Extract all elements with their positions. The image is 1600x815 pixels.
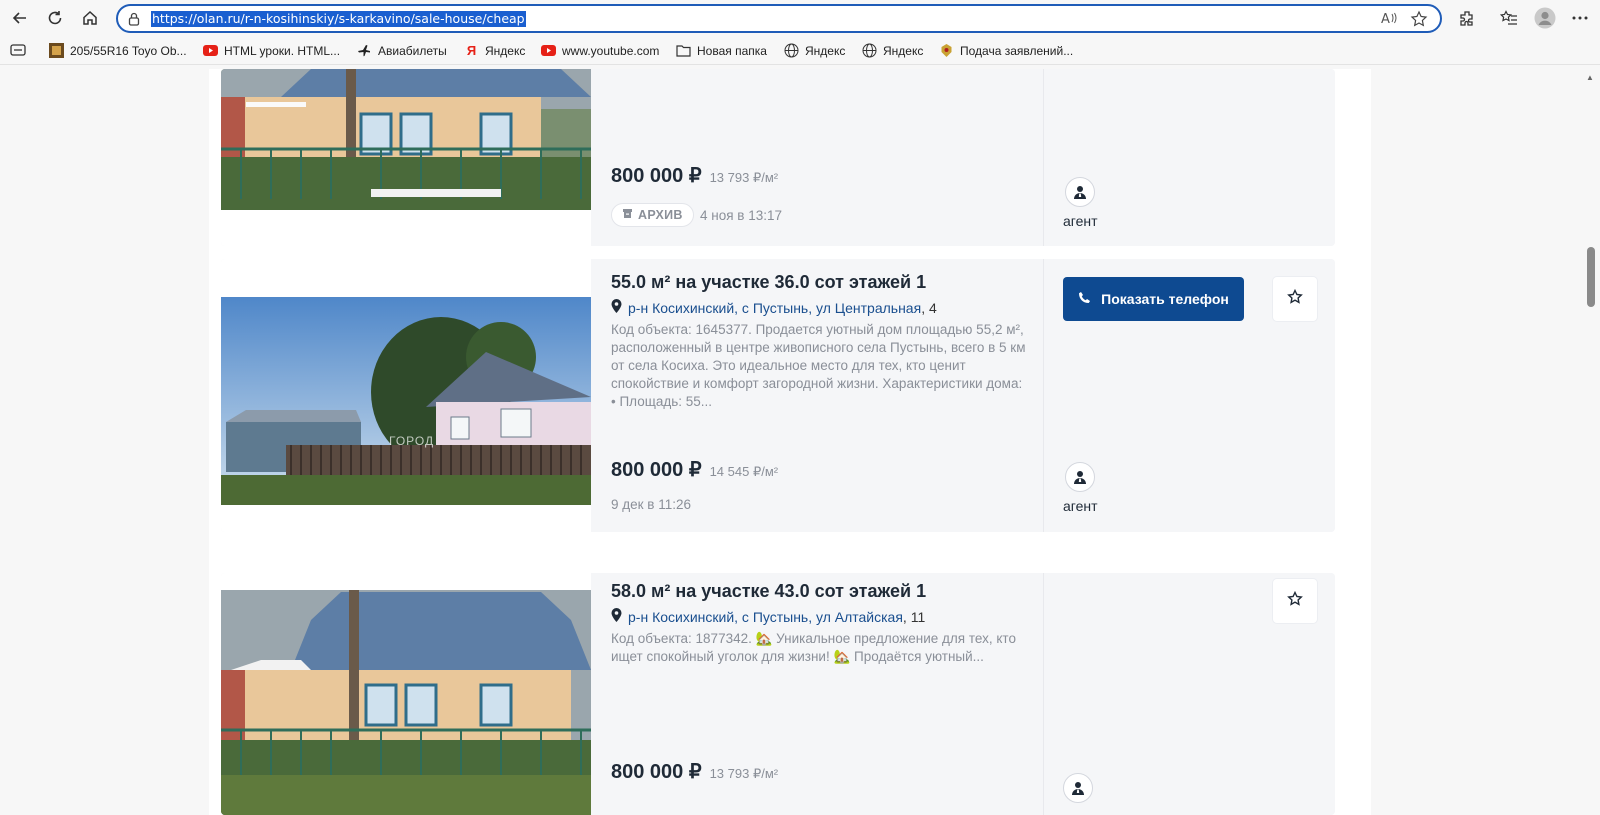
profile-avatar-icon[interactable] [1532,5,1558,31]
price-per-m2: 13 793 ₽/м² [709,766,779,781]
listing-photo-frame [221,69,591,246]
phone-icon [1078,291,1091,307]
tire-icon [49,43,64,58]
listing-photo[interactable]: ГОРОД [221,297,591,505]
bookmark-item[interactable]: Подача заявлений... [939,43,1073,58]
bookmark-item[interactable]: www.youtube.com [541,43,659,58]
agent-block[interactable]: агент [1063,462,1098,514]
bookmark-item[interactable]: HTML уроки. HTML... [203,43,340,58]
listing-address: р-н Косихинский, с Пустынь, ул Алтайская… [611,608,925,625]
listing-date: 9 дек в 11:26 [611,497,692,512]
address-link[interactable]: р-н Косихинский, с Пустынь, ул Центральн… [628,300,921,316]
browser-toolbar: https://olan.ru/r-n-kosihinskiy/s-karkav… [0,0,1600,36]
listing-card[interactable]: 800 000 ₽ 13 793 ₽/м² АРХИВ 4 ноя в 13:1… [221,69,1335,246]
bookmarks-panel-icon[interactable] [10,43,26,57]
plane-icon [357,43,372,58]
price-block: 800 000 ₽ 13 793 ₽/м² [611,759,778,784]
listing-card[interactable]: ГОРОД 55.0 м² на участке 36.0 сот этажей… [221,259,1335,532]
map-pin-icon [611,299,622,316]
favorite-star-icon[interactable] [1410,10,1428,33]
listing-date: 4 ноя в 13:17 [700,208,782,223]
url-text[interactable]: https://olan.ru/r-n-kosihinskiy/s-karkav… [151,11,526,27]
price-per-m2: 13 793 ₽/м² [709,170,779,185]
show-phone-button[interactable]: Показать телефон [1063,277,1244,321]
star-icon [1287,288,1303,310]
yandex-icon: Я [466,43,477,58]
favorite-button[interactable] [1273,277,1317,321]
price-block: 800 000 ₽ 13 793 ₽/м² [611,163,778,188]
price-block: 800 000 ₽ 14 545 ₽/м² [611,457,778,482]
back-arrow-icon[interactable] [8,6,32,30]
globe-icon [862,43,877,58]
listing-description: Код объекта: 1645377. Продается уютный д… [611,322,1026,409]
lock-icon [128,12,140,31]
bookmark-item[interactable]: Я Яндекс [464,43,526,58]
agent-block[interactable]: агент [1063,177,1098,229]
svg-text:A: A [1381,12,1390,26]
archive-badge: АРХИВ [611,203,694,227]
price-per-m2: 14 545 ₽/м² [709,464,779,479]
agent-avatar-icon [1065,177,1096,207]
bookmarks-bar: 205/55R16 Toyo Ob... HTML уроки. HTML...… [0,37,1600,65]
extensions-icon[interactable] [1455,6,1479,30]
map-pin-icon [611,608,622,625]
archive-box-icon [622,208,633,222]
address-link[interactable]: р-н Косихинский, с Пустынь, ул Алтайская [628,609,903,625]
read-aloud-icon[interactable]: A [1380,10,1398,31]
agent-avatar-icon [1065,462,1096,492]
more-menu-icon[interactable] [1568,6,1592,30]
listing-title[interactable]: 55.0 м² на участке 36.0 сот этажей 1 [611,272,926,293]
address-house-number: , 11 [902,608,926,625]
youtube-icon [203,43,218,58]
home-icon[interactable] [78,6,102,30]
address-bar[interactable]: https://olan.ru/r-n-kosihinskiy/s-karkav… [116,4,1442,33]
listing-photo-frame [221,573,591,815]
listing-title[interactable]: 58.0 м² на участке 43.0 сот этажей 1 [611,581,926,602]
address-house-number: , 4 [921,299,937,316]
reload-icon[interactable] [43,6,67,30]
listing-description: Код объекта: 1877342. 🏡 Уникальное предл… [611,631,1016,664]
bookmark-item[interactable]: Яндекс [862,43,923,58]
agent-avatar-icon [1063,773,1093,803]
listing-photo[interactable] [221,590,591,815]
star-icon [1287,590,1303,612]
scroll-up-arrow-icon[interactable]: ▲ [1586,73,1594,82]
agent-block[interactable] [1063,773,1093,803]
scrollbar-thumb[interactable] [1587,247,1595,307]
bookmark-item[interactable]: 205/55R16 Toyo Ob... [49,43,187,58]
favorite-button[interactable] [1273,579,1317,623]
svg-text:ГОРОД: ГОРОД [389,434,434,448]
bookmark-item[interactable]: Новая папка [676,43,767,58]
emblem-icon [939,43,954,58]
price: 800 000 ₽ [611,459,702,481]
listing-photo[interactable] [221,69,591,210]
folder-icon [676,43,691,58]
listing-card[interactable]: 58.0 м² на участке 43.0 сот этажей 1 р-н… [221,573,1335,815]
favorites-list-icon[interactable] [1497,6,1521,30]
globe-icon [784,43,799,58]
page-scrollbar[interactable]: ▲ [1582,69,1600,815]
price: 800 000 ₽ [611,761,702,783]
bookmark-item[interactable]: Авиабилеты [357,43,447,58]
listing-photo-frame: ГОРОД [221,259,591,532]
listing-address: р-н Косихинский, с Пустынь, ул Центральн… [611,299,937,316]
price: 800 000 ₽ [611,165,702,187]
bookmark-item[interactable]: Яндекс [784,43,845,58]
youtube-icon [541,43,556,58]
